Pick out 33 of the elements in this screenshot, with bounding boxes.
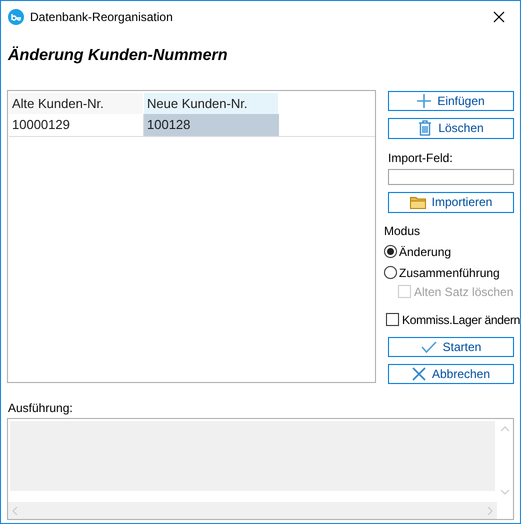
plus-icon [417,94,432,108]
horizontal-scrollbar[interactable] [8,502,497,519]
group-label: Modus [384,222,422,240]
radio-button[interactable] [384,245,397,258]
checkbox-label[interactable]: Kommiss.Lager ändern [402,310,520,329]
action-button[interactable]: Importieren [388,192,514,213]
cross-icon [412,366,426,381]
scroll-left-icon[interactable] [12,506,18,514]
app-logo-icon [8,8,24,24]
checkbox-label: Alten Satz löschen [414,284,514,301]
action-button[interactable]: Starten [388,336,514,357]
table-cell[interactable]: 100128 [144,114,279,136]
import-input-field[interactable] [388,168,514,186]
trash-icon [418,120,432,136]
dialog-heading: Änderung Kunden-Nummern [8,47,228,64]
radio-label[interactable]: Änderung [399,242,452,261]
column-header[interactable]: Neue Kunden-Nr. [144,93,279,114]
action-button[interactable]: Löschen [388,118,514,138]
radio-label[interactable]: Zusammenführung [399,264,500,282]
output-label: Ausführung: [8,401,73,415]
radio-button[interactable] [384,266,397,280]
action-button[interactable]: Abbrechen [388,364,514,384]
scroll-down-icon[interactable] [501,489,509,495]
window-title: Datenbank-Reorganisation [30,8,173,26]
column-header[interactable]: Alte Kunden-Nr. [9,93,144,114]
action-button[interactable]: Einfügen [388,91,514,112]
checkbox[interactable] [386,313,399,326]
field-label: Import-Feld: [388,150,454,166]
check-icon [420,340,437,353]
scroll-up-icon[interactable] [501,426,509,432]
scroll-right-icon[interactable] [487,506,493,514]
folder-icon [410,196,426,209]
close-icon[interactable] [493,10,505,22]
